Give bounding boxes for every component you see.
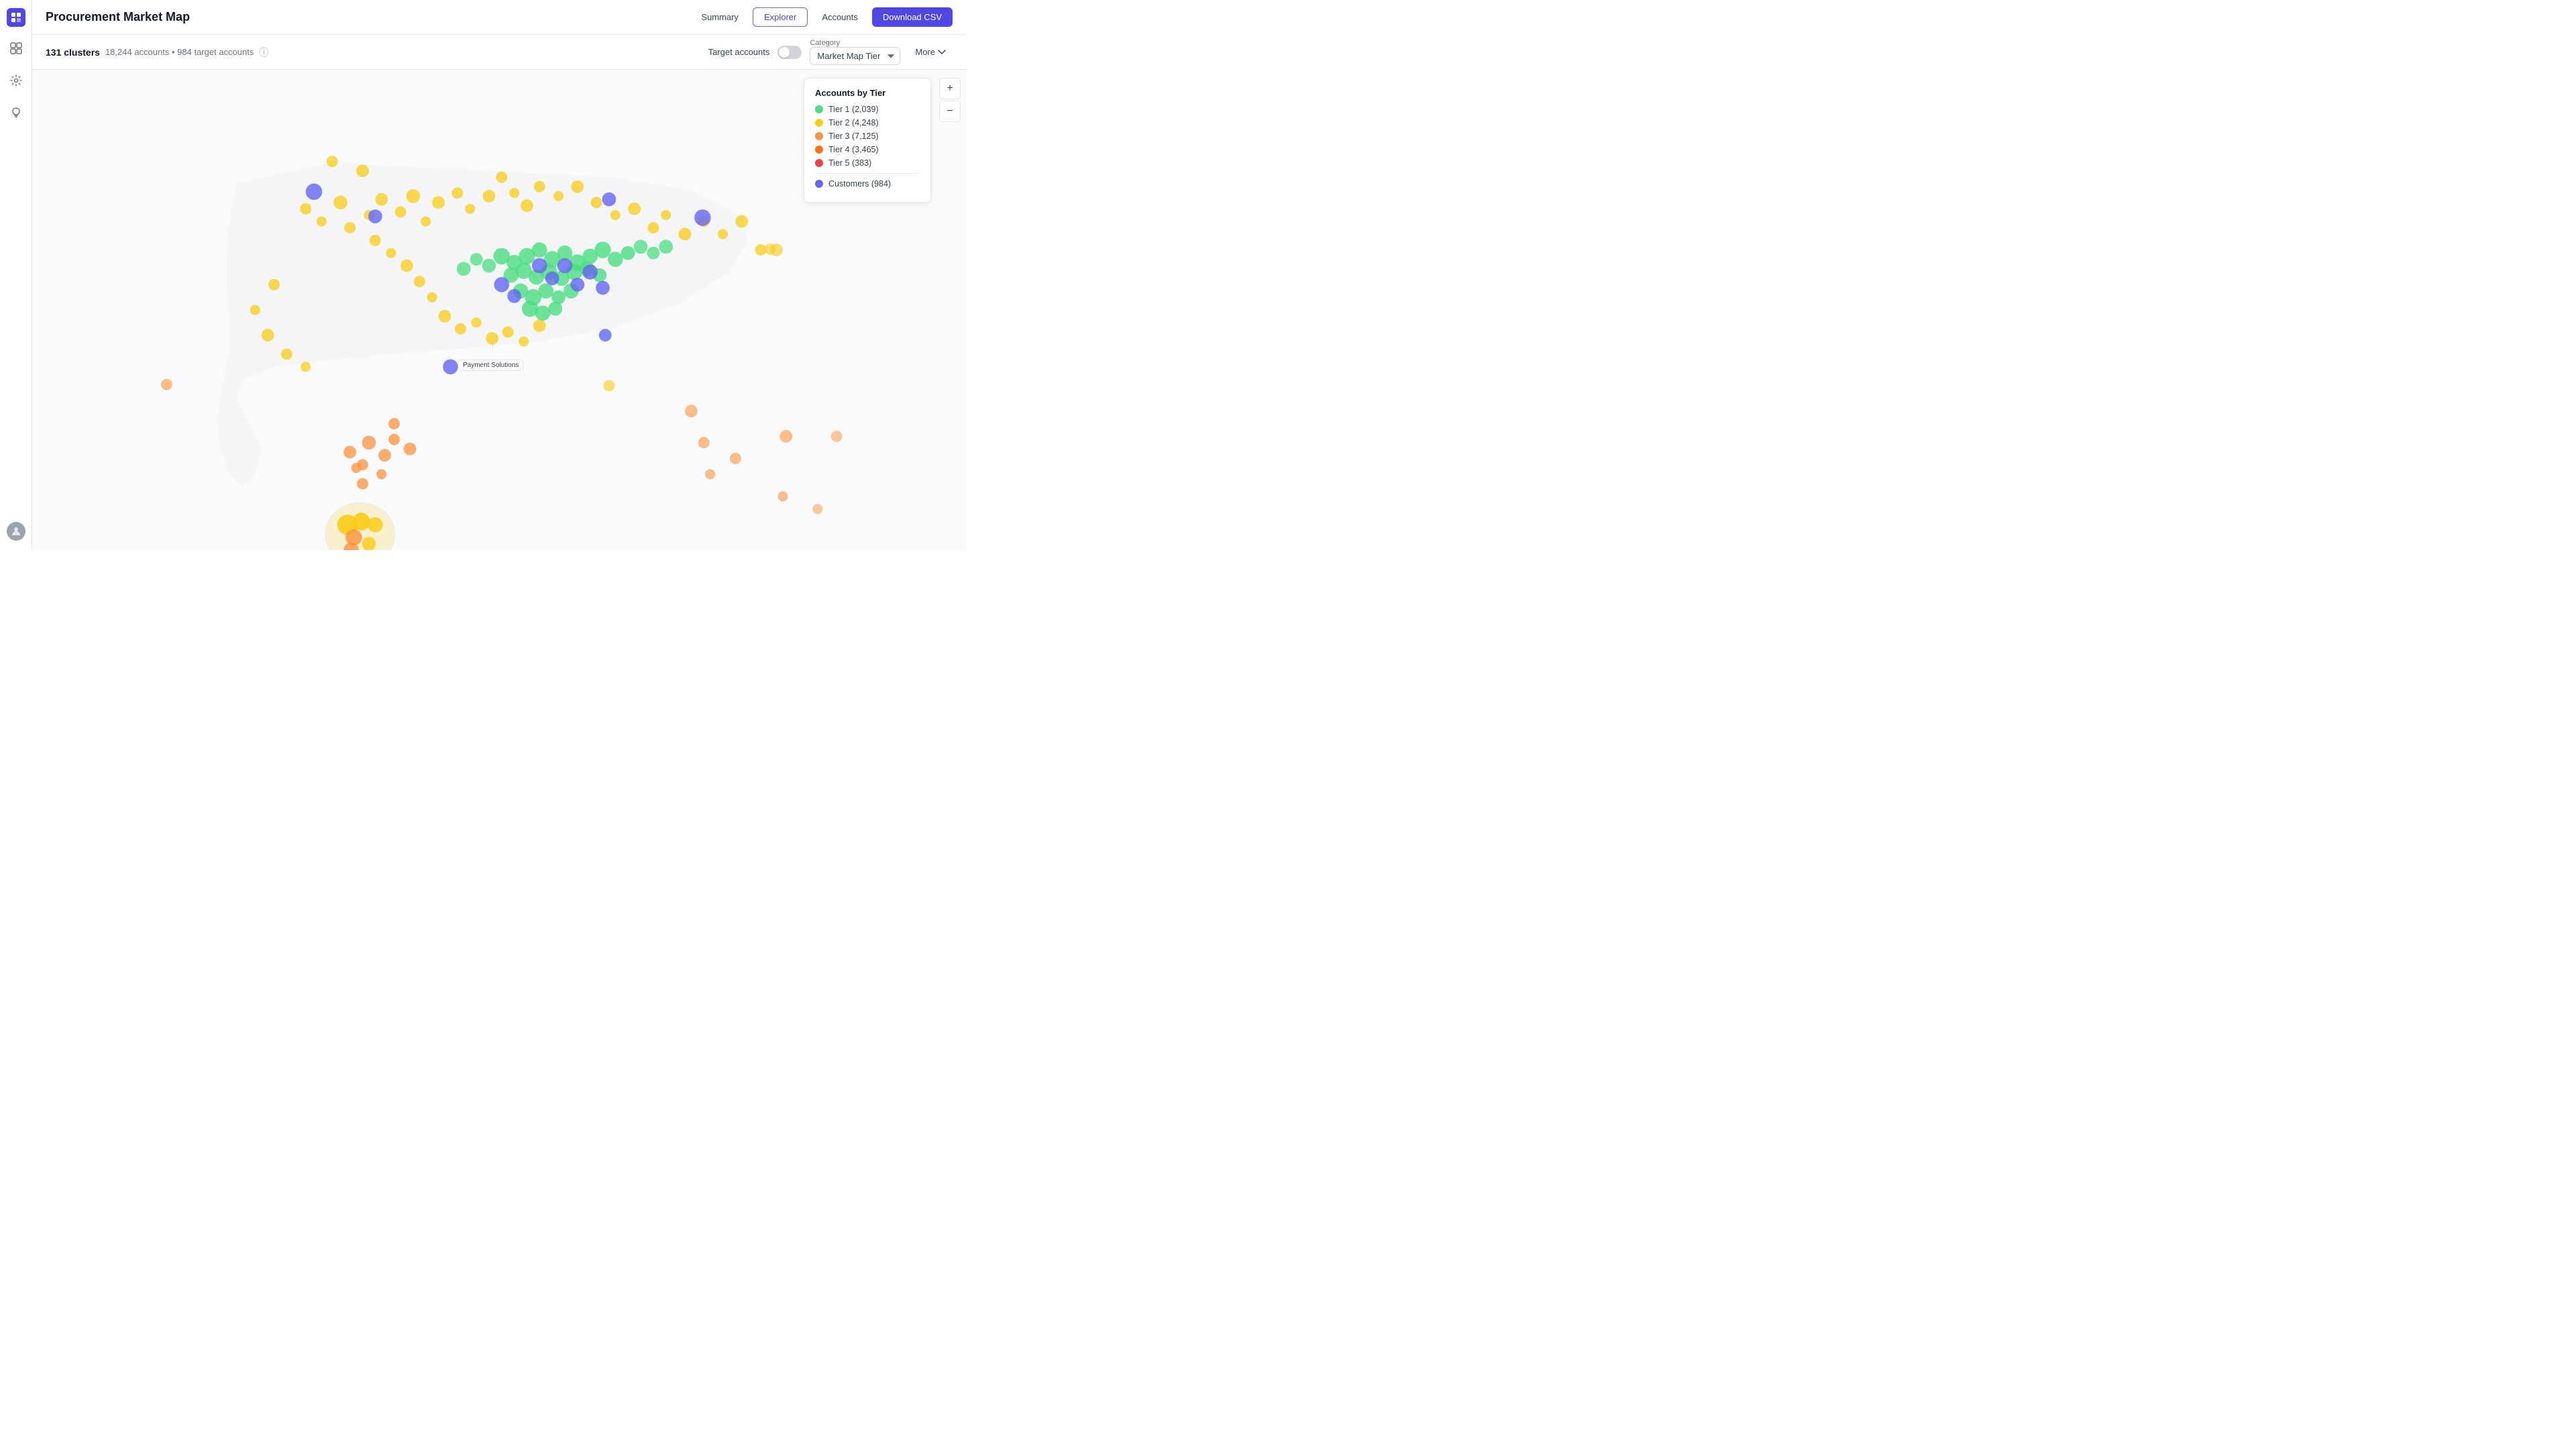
header: Procurement Market Map Summary Explorer … [32, 0, 966, 35]
tier-dot [815, 105, 823, 113]
toggle-knob [779, 47, 790, 58]
main-content: Procurement Market Map Summary Explorer … [32, 0, 966, 550]
tier-dot [815, 146, 823, 154]
more-button[interactable]: More [908, 43, 953, 61]
accounts-count: 18,244 accounts • 984 target accounts [105, 47, 254, 57]
nav-tabs: Summary Explorer Accounts Download CSV [690, 7, 953, 27]
map-area[interactable]: Payment Solutions Accounts Payable Autom… [32, 70, 966, 550]
category-select[interactable]: Market Map Tier [810, 47, 900, 65]
toolbar: 131 clusters 18,244 accounts • 984 targe… [32, 35, 966, 70]
legend-item: Tier 4 (3,465) [815, 145, 920, 154]
cluster-count: 131 clusters [46, 47, 100, 58]
zoom-out-button[interactable]: − [939, 101, 961, 122]
cluster-info: 131 clusters 18,244 accounts • 984 targe… [46, 46, 700, 59]
chevron-down-icon [938, 50, 946, 55]
nav-explorer[interactable]: Explorer [753, 7, 808, 27]
target-accounts-label: Target accounts [708, 47, 770, 57]
customers-label: Customers (984) [828, 179, 891, 189]
toolbar-right: Target accounts Category Market Map Tier… [708, 39, 953, 65]
category-label: Category [810, 39, 900, 47]
legend-item: Tier 5 (383) [815, 158, 920, 168]
legend-customers: Customers (984) [815, 179, 920, 189]
sidebar-item-settings[interactable] [5, 70, 27, 91]
page-title: Procurement Market Map [46, 10, 679, 24]
nav-summary[interactable]: Summary [690, 7, 750, 27]
target-accounts-toggle[interactable] [777, 46, 802, 59]
customers-dot [815, 180, 823, 188]
nav-accounts[interactable]: Accounts [810, 7, 869, 27]
legend-card: Accounts by Tier Tier 1 (2,039) Tier 2 (4… [804, 78, 931, 203]
zoom-controls: + − [939, 78, 961, 122]
zoom-in-button[interactable]: + [939, 78, 961, 99]
tier-dot [815, 132, 823, 140]
download-csv-button[interactable]: Download CSV [872, 7, 953, 27]
sidebar [0, 0, 32, 550]
legend-item: Tier 3 (7,125) [815, 131, 920, 141]
info-icon[interactable]: ⓘ [259, 46, 268, 59]
category-select-wrap: Category Market Map Tier [810, 39, 900, 65]
legend-title: Accounts by Tier [815, 88, 920, 98]
legend-separator [815, 173, 920, 174]
tier-dot [815, 159, 823, 167]
user-avatar[interactable] [5, 521, 27, 542]
legend-item: Tier 2 (4,248) [815, 118, 920, 127]
app-logo[interactable] [7, 8, 25, 27]
tier-dot [815, 119, 823, 127]
legend-items: Tier 1 (2,039) Tier 2 (4,248) Tier 3 (7,12… [815, 105, 920, 168]
sidebar-item-grid[interactable] [5, 38, 27, 59]
legend-item: Tier 1 (2,039) [815, 105, 920, 114]
sidebar-item-lightbulb[interactable] [5, 102, 27, 123]
